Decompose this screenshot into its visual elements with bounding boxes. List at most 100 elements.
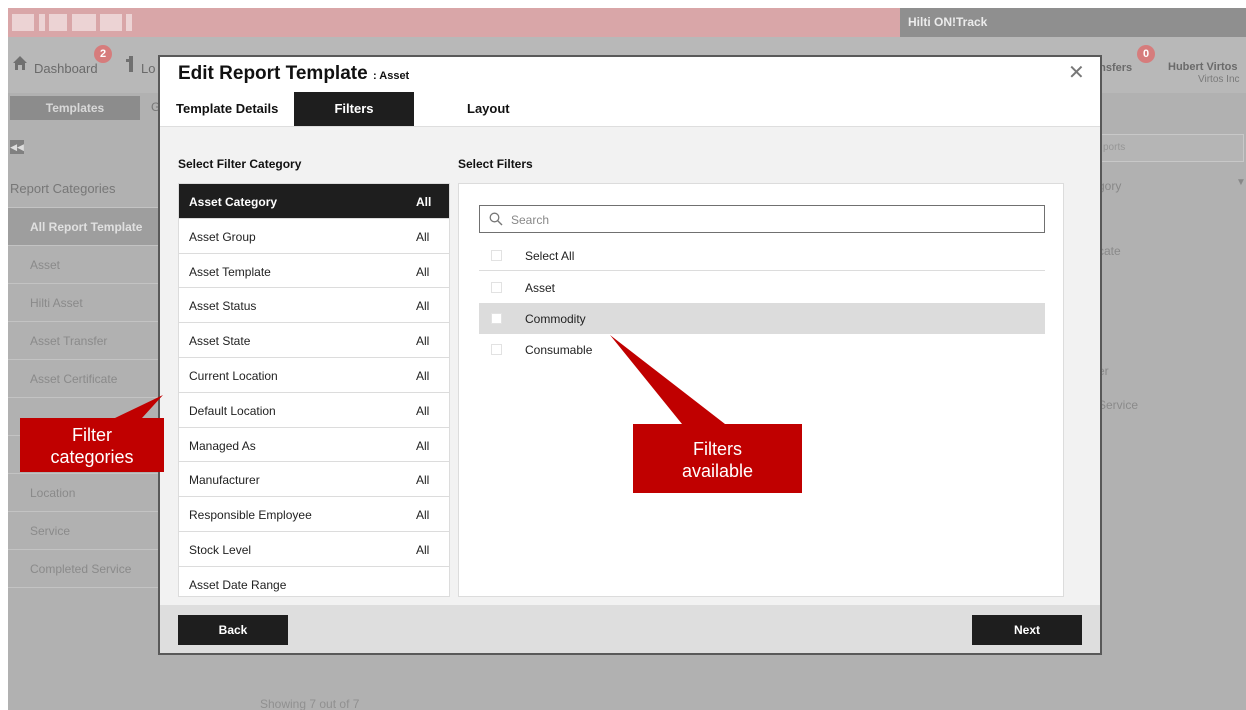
category-value: All — [416, 368, 430, 383]
category-name: Current Location — [189, 368, 278, 383]
category-item-asset-state[interactable]: Asset State All — [179, 323, 449, 358]
category-value: All — [416, 473, 430, 488]
collapse-sidebar-icon[interactable]: ◀◀ — [10, 140, 24, 154]
filter-option-label: Asset — [525, 281, 556, 295]
filters-heading: Select Filters — [458, 157, 533, 171]
nav-locations[interactable]: Lo — [141, 61, 155, 76]
filter-search-input[interactable]: Search — [479, 205, 1045, 233]
locations-icon[interactable] — [124, 56, 138, 72]
checkbox[interactable] — [491, 250, 502, 261]
category-name: Asset Status — [189, 299, 257, 314]
category-value: All — [416, 195, 432, 209]
reports-search-input[interactable]: ports — [1098, 134, 1244, 162]
filter-category-list: Asset Category All Asset Group All Asset T… — [178, 183, 450, 597]
user-company: Virtos Inc — [1198, 74, 1240, 85]
filter-option-commodity[interactable]: Commodity — [479, 303, 1045, 334]
category-value: All — [416, 438, 430, 453]
category-item-default-location[interactable]: Default Location All — [179, 393, 449, 428]
transfers-badge: 0 — [1137, 45, 1155, 63]
tab-templates[interactable]: Templates — [10, 96, 140, 120]
report-categories-sidebar: Report Categories All Report Template As… — [8, 170, 160, 588]
hilti-logo[interactable] — [12, 14, 138, 31]
callout-filters-available: Filters available — [633, 438, 802, 482]
sidebar-header: Report Categories — [8, 170, 160, 208]
category-value: All — [416, 334, 430, 349]
category-name: Manufacturer — [189, 473, 260, 488]
category-name: Stock Level — [189, 542, 252, 557]
user-name[interactable]: Hubert Virtos — [1168, 61, 1237, 73]
callout-line: available — [681, 461, 754, 481]
showing-count: Showing 7 out of 7 — [260, 697, 360, 710]
sidebar-item-asset[interactable]: Asset — [8, 246, 160, 284]
nav-dashboard[interactable]: Dashboard — [34, 61, 98, 76]
dialog-header: Edit Report Template : Asset ✕ — [160, 57, 1100, 92]
filter-option-label: Consumable — [525, 343, 593, 357]
dashboard-badge: 2 — [94, 45, 112, 63]
category-value: All — [416, 508, 430, 523]
top-bar: Hilti ON!Track — [8, 8, 1246, 37]
filter-option-consumable[interactable]: Consumable — [479, 334, 1045, 365]
category-value: All — [416, 542, 430, 557]
category-name: Responsible Employee — [189, 508, 312, 523]
category-item-asset-template[interactable]: Asset Template All — [179, 254, 449, 289]
category-item-asset-category[interactable]: Asset Category All — [179, 184, 449, 219]
filters-panel: Search Select All Asset Commodity Consum… — [458, 183, 1064, 597]
close-icon[interactable]: ✕ — [1068, 62, 1085, 84]
sidebar-item-hilti-asset[interactable]: Hilti Asset — [8, 284, 160, 322]
sidebar-item-location[interactable]: Location — [8, 474, 160, 512]
callout-line: categories — [50, 447, 134, 467]
checkbox[interactable] — [491, 344, 502, 355]
category-name: Asset Template — [189, 264, 271, 279]
category-item-asset-group[interactable]: Asset Group All — [179, 219, 449, 254]
filter-option-select-all[interactable]: Select All — [479, 240, 1045, 271]
category-name: Asset State — [189, 334, 251, 349]
dialog-title-text: Edit Report Template — [178, 63, 368, 84]
category-value: All — [416, 264, 430, 279]
category-name: Managed As — [189, 438, 256, 453]
sidebar-item-asset-certificate[interactable]: Asset Certificate — [8, 360, 160, 398]
sidebar-item-all-templates[interactable]: All Report Template — [8, 208, 160, 246]
category-item-responsible-employee[interactable]: Responsible Employee All — [179, 497, 449, 532]
search-placeholder: Search — [511, 213, 550, 227]
next-button[interactable]: Next — [972, 615, 1082, 645]
back-button[interactable]: Back — [178, 615, 288, 645]
dialog-subtitle: : Asset — [372, 70, 410, 82]
filter-category-heading: Select Filter Category — [178, 157, 302, 171]
category-item-asset-status[interactable]: Asset Status All — [179, 288, 449, 324]
checkbox[interactable] — [491, 282, 502, 293]
category-name: Default Location — [189, 403, 276, 418]
category-name: Asset Category — [189, 195, 278, 209]
callout-filter-categories: Filter categories — [20, 424, 164, 468]
filter-option-label: Commodity — [525, 312, 586, 326]
home-icon[interactable] — [12, 55, 28, 71]
background-text: Service — [1098, 398, 1139, 412]
checkbox[interactable] — [491, 313, 502, 324]
sidebar-item-service[interactable]: Service — [8, 512, 160, 550]
sidebar-item-asset-transfer[interactable]: Asset Transfer — [8, 322, 160, 360]
dialog-footer: Back Next — [160, 605, 1100, 653]
tab-layout[interactable]: Layout — [467, 92, 510, 126]
chevron-down-icon[interactable]: ▼ — [1236, 177, 1246, 188]
category-value: All — [416, 403, 430, 418]
product-name: Hilti ON!Track — [900, 8, 1246, 37]
search-icon — [489, 212, 503, 226]
callout-line: Filters — [693, 439, 742, 459]
category-item-manufacturer[interactable]: Manufacturer All — [179, 462, 449, 498]
tab-filters[interactable]: Filters — [294, 92, 414, 126]
category-item-stock-level[interactable]: Stock Level All — [179, 532, 449, 567]
sidebar-item-completed-service[interactable]: Completed Service — [8, 550, 160, 588]
filter-option-label: Select All — [525, 249, 575, 263]
category-name: Asset Group — [189, 229, 256, 244]
category-value: All — [416, 299, 430, 314]
callout-line: Filter — [72, 425, 112, 445]
edit-report-template-dialog: Edit Report Template : Asset ✕ Template … — [158, 55, 1102, 655]
filter-option-asset[interactable]: Asset — [479, 272, 1045, 303]
tab-template-details[interactable]: Template Details — [176, 92, 278, 126]
category-item-managed-as[interactable]: Managed As All — [179, 428, 449, 463]
category-name: Asset Date Range — [189, 577, 287, 592]
category-item-current-location[interactable]: Current Location All — [179, 358, 449, 393]
category-item-asset-date-range[interactable]: Asset Date Range — [179, 567, 449, 596]
category-value: All — [416, 229, 430, 244]
dialog-title: Edit Report Template : Asset — [178, 63, 409, 85]
dialog-tabs: Template Details Filters Layout — [160, 92, 1100, 127]
